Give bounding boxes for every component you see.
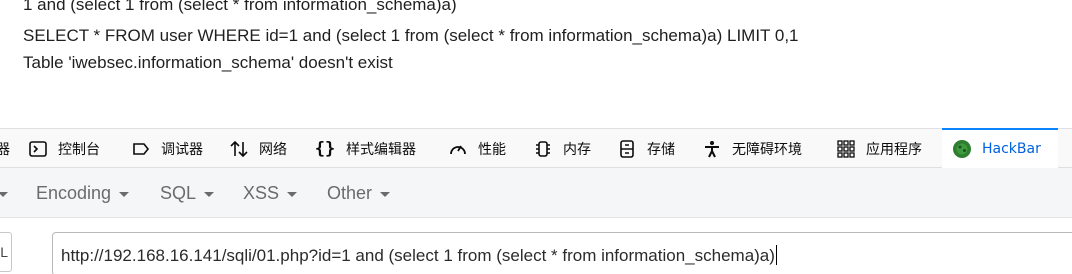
load-url-button[interactable]: L [0,232,12,272]
menu-encoding[interactable]: Encoding [36,168,130,218]
url-text: http://192.168.16.141/sqli/01.php?id=1 a… [61,246,775,265]
output-input-echo: 1 and (select 1 from (select * from info… [23,0,457,14]
memory-icon [533,139,553,159]
hackbar-icon [952,139,972,159]
style-editor-icon: {} [314,138,336,159]
storage-icon [617,139,637,159]
chevron-down-icon [0,191,8,197]
tab-debugger[interactable]: 调试器 [131,129,203,168]
tab-label: 内存 [563,141,591,158]
tab-accessibility[interactable]: 无障碍环境 [702,129,802,168]
network-icon [229,139,249,159]
menu-xss[interactable]: XSS [243,168,298,218]
hackbar-body: L http://192.168.16.141/sqli/01.php?id=1… [0,218,1072,274]
tab-label: 应用程序 [866,141,922,158]
page-output: 1 and (select 1 from (select * from info… [0,0,1072,128]
chevron-down-icon [287,191,298,197]
tab-hackbar[interactable]: HackBar [942,128,1058,168]
hackbar-menu: Encoding SQL XSS Other [0,168,1072,218]
menu-dropdown-partial[interactable] [0,168,8,218]
tab-application[interactable]: 应用程序 [836,129,922,168]
tab-performance[interactable]: 性能 [448,129,506,168]
devtools-toolbar: 器 控制台 调试器 网络 {} 样式编辑器 性能 内存 存储 无障碍环境 应用程… [0,128,1072,168]
tab-label: 网络 [259,141,287,158]
text-cursor [775,245,777,265]
menu-other[interactable]: Other [327,168,391,218]
chevron-down-icon [380,191,391,197]
tab-label: 存储 [647,141,675,158]
menu-label: SQL [160,182,197,203]
tab-label: 控制台 [58,141,100,158]
console-icon [28,139,48,159]
menu-label: Other [327,182,373,203]
menu-sql[interactable]: SQL [160,168,215,218]
tab-console[interactable]: 控制台 [28,129,100,168]
tab-label: 无障碍环境 [732,141,802,158]
chevron-down-icon [119,191,130,197]
button-label: L [0,244,8,260]
menu-label: Encoding [36,182,112,203]
tab-label: 性能 [478,141,506,158]
chevron-down-icon [204,191,215,197]
tab-label: 样式编辑器 [346,141,416,158]
tab-storage[interactable]: 存储 [617,129,675,168]
performance-icon [448,139,468,159]
output-error-message: Table 'iwebsec.information_schema' doesn… [23,53,393,72]
application-icon [836,139,856,159]
tab-inspector-partial[interactable]: 器 [0,129,10,168]
tab-label: HackBar [982,141,1041,157]
url-input[interactable]: http://192.168.16.141/sqli/01.php?id=1 a… [52,232,1072,274]
output-sql-query: SELECT * FROM user WHERE id=1 and (selec… [23,26,799,45]
menu-label: XSS [243,182,280,203]
tab-label: 器 [0,141,10,158]
tab-memory[interactable]: 内存 [533,129,591,168]
accessibility-icon [702,139,722,159]
debugger-icon [131,139,151,159]
tab-label: 调试器 [161,141,203,158]
tab-style-editor[interactable]: {} 样式编辑器 [314,129,416,168]
tab-network[interactable]: 网络 [229,129,287,168]
